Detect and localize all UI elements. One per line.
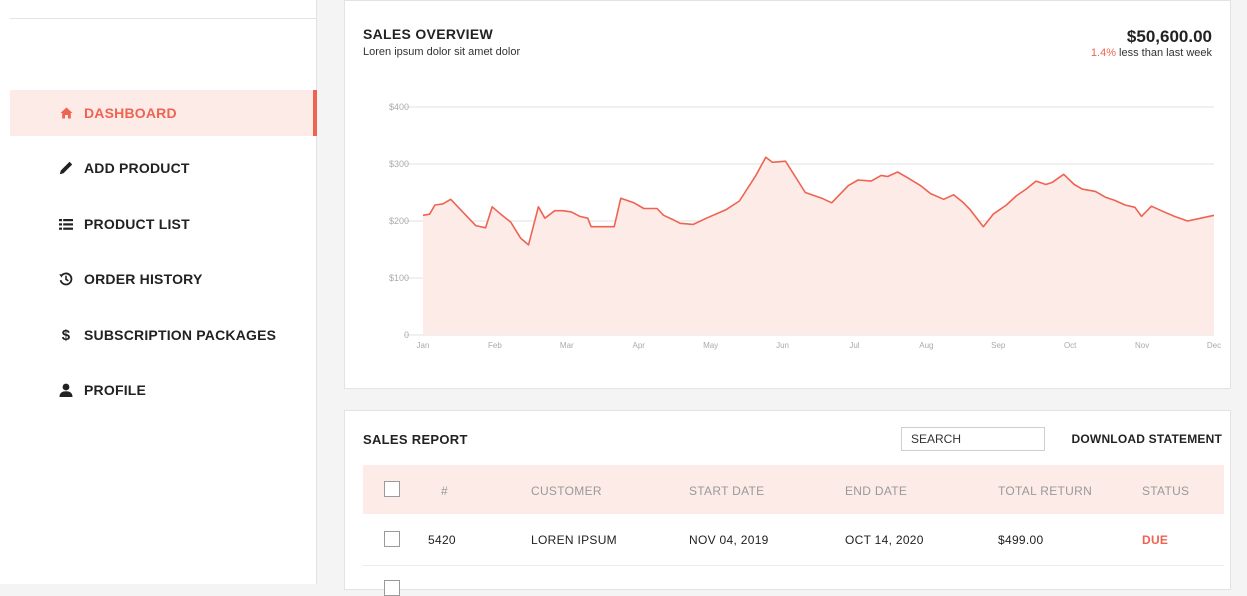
sidebar-item-add-product[interactable]: ADD PRODUCT [10,145,317,191]
search-input[interactable]: SEARCH [901,427,1045,451]
sidebar-item-label: PROFILE [84,382,147,398]
y-tick-label: $200 [389,216,409,226]
user-icon [58,382,74,398]
x-tick-label: Apr [633,341,646,350]
x-tick-label: Sep [991,341,1006,350]
sales-overview-card: SALES OVERVIEW Loren ipsum dolor sit ame… [344,0,1231,389]
y-tick-label: 0 [404,330,409,340]
home-icon [58,105,74,121]
y-tick-label: $400 [389,102,409,112]
x-tick-label: Aug [919,341,933,350]
select-all-checkbox[interactable] [384,481,400,497]
y-tick-label: $300 [389,159,409,169]
series-area [423,157,1214,335]
sales-total-amount: $50,600.00 [1126,27,1212,46]
column-header-total-return[interactable]: TOTAL RETURN [998,484,1092,498]
history-icon [58,271,74,287]
sidebar-item-label: SUBSCRIPTION PACKAGES [84,327,277,343]
table-header: # CUSTOMER START DATE END DATE TOTAL RET… [363,465,1224,514]
column-header-id[interactable]: # [441,484,448,498]
x-tick-label: May [703,341,718,350]
row-customer: LOREN IPSUM [531,533,617,547]
pencil-icon [58,160,74,176]
list-icon [58,216,74,232]
sidebar-item-label: DASHBOARD [84,105,177,121]
sidebar-item-label: PRODUCT LIST [84,216,190,232]
sales-change-label: less than last week [1116,47,1212,59]
column-header-status[interactable]: STATUS [1142,484,1189,498]
sidebar-item-order-history[interactable]: ORDER HISTORY [10,256,317,302]
x-tick-label: Oct [1064,341,1077,350]
x-tick-label: Jan [417,341,430,350]
sales-report-card: SALES REPORT SEARCH DOWNLOAD STATEMENT #… [344,410,1231,596]
row-end-date: OCT 14, 2020 [845,533,924,547]
column-header-start-date[interactable]: START DATE [689,484,764,498]
sales-overview-subtitle: Loren ipsum dolor sit amet dolor [363,46,521,58]
sidebar-item-product-list[interactable]: PRODUCT LIST [10,201,317,247]
sidebar-item-subscription-packages[interactable]: $ SUBSCRIPTION PACKAGES [10,312,317,358]
row-status-badge: DUE [1142,533,1169,547]
row-total-return: $499.00 [998,533,1044,547]
x-tick-label: Jul [849,341,859,350]
column-header-end-date[interactable]: END DATE [845,484,907,498]
row-checkbox[interactable] [384,580,400,596]
x-tick-label: Feb [488,341,502,350]
download-statement-button[interactable]: DOWNLOAD STATEMENT [1072,432,1222,446]
sales-overview-title: SALES OVERVIEW [363,26,493,42]
x-tick-label: Jun [776,341,789,350]
sales-change-percent: 1.4% [1090,47,1116,59]
sidebar-item-label: ADD PRODUCT [84,160,190,176]
sales-report-title: SALES REPORT [363,432,468,447]
x-tick-label: Mar [560,341,574,350]
row-checkbox[interactable] [384,531,400,547]
sidebar-item-label: ORDER HISTORY [84,271,203,287]
y-tick-label: $100 [389,273,409,283]
sidebar-item-dashboard[interactable]: DASHBOARD [10,90,317,136]
sales-line-chart: 0 $100 $200 $300 $400 Jan Feb Mar Apr May Jun Jul Au… [389,102,1221,350]
x-tick-label: Nov [1135,341,1149,350]
sidebar-item-profile[interactable]: PROFILE [10,367,317,413]
row-id: 5420 [428,533,456,547]
table-row-partial[interactable] [363,566,1224,596]
sales-change-text: 1.4% less than last week [1091,47,1212,59]
x-tick-label: Dec [1207,341,1221,350]
sidebar-divider [10,18,316,19]
row-start-date: NOV 04, 2019 [689,533,769,547]
table-row[interactable]: 5420 LOREN IPSUM NOV 04, 2019 OCT 14, 20… [363,514,1224,566]
dollar-icon: $ [61,326,71,344]
sidebar: DASHBOARD ADD PRODUCT PRODUCT LIST ORDER… [0,0,317,584]
column-header-customer[interactable]: CUSTOMER [531,484,602,498]
